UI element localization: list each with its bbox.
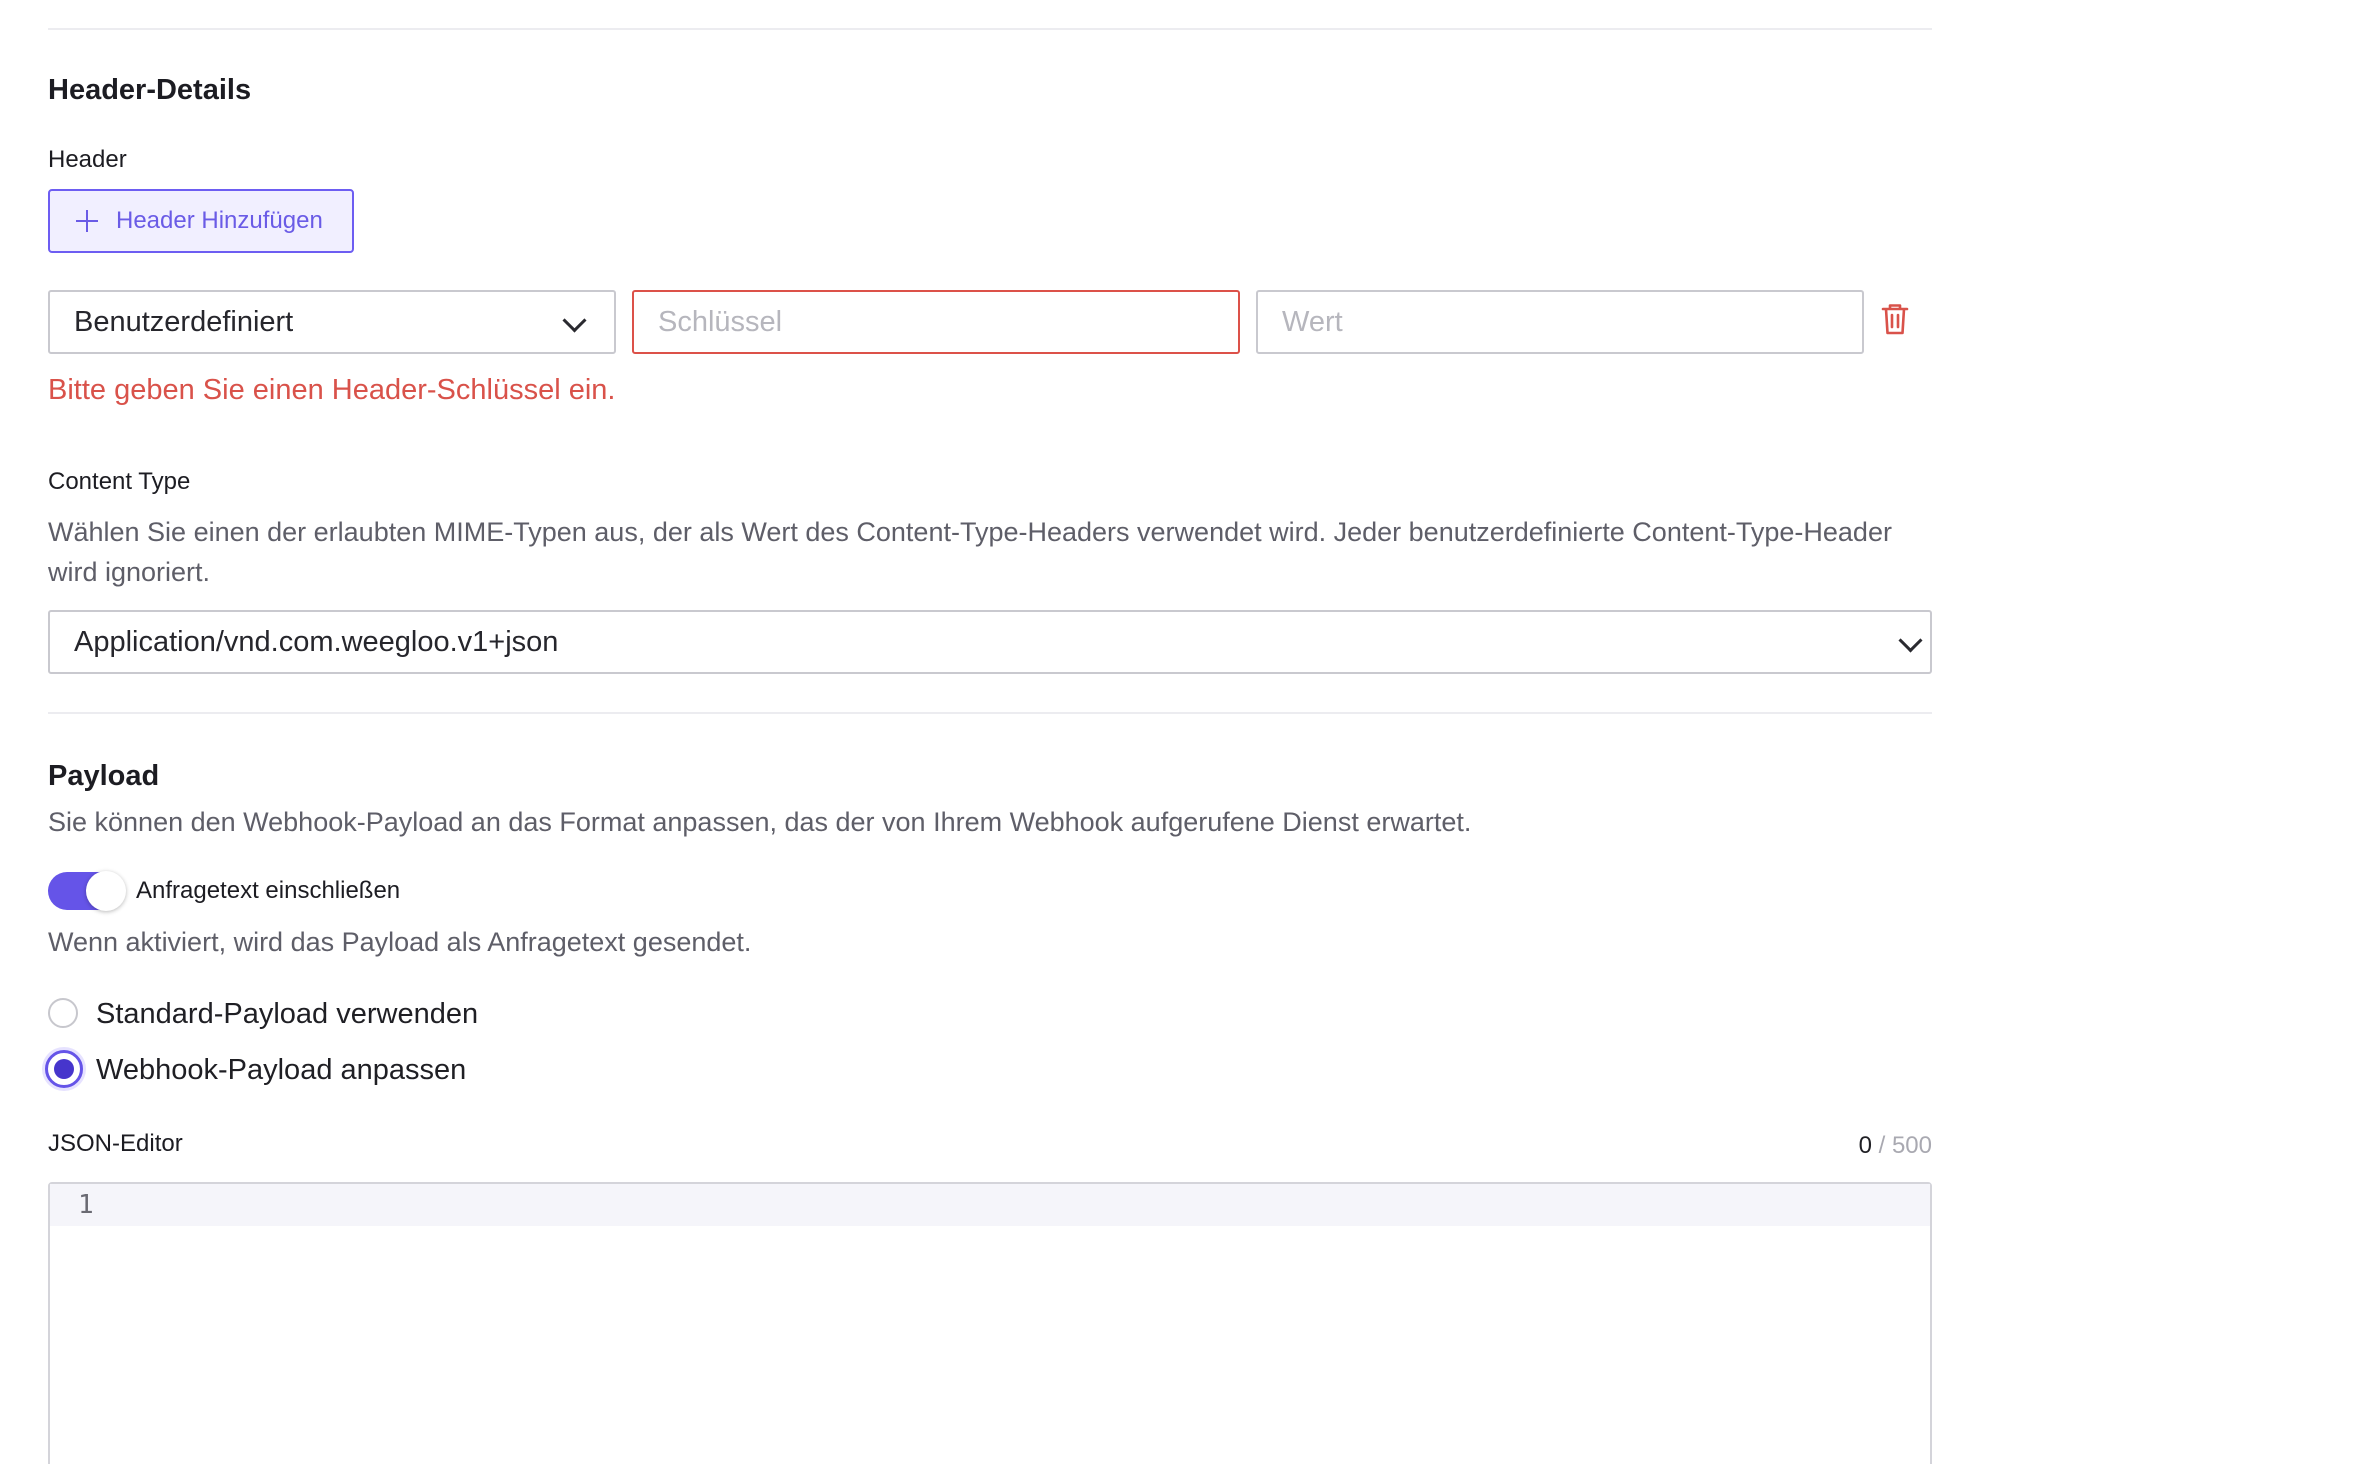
add-header-button-label: Header Hinzufügen [116, 207, 323, 234]
header-key-input[interactable] [658, 305, 1238, 339]
header-label: Header [48, 146, 127, 173]
radio-selected-dot [54, 1059, 74, 1079]
json-editor-label: JSON-Editor [48, 1130, 183, 1157]
trash-icon[interactable] [1880, 302, 1910, 336]
header-value-input[interactable] [1282, 305, 1862, 339]
plus-icon [76, 210, 98, 232]
webhook-settings-page: Header-Details Header Header Hinzufügen … [0, 0, 2360, 1464]
content-type-description: Wählen Sie einen der erlaubten MIME-Type… [48, 517, 1892, 587]
editor-active-line[interactable]: 1 [50, 1184, 1930, 1226]
content-type-value: Application/vnd.com.weegloo.v1+json [74, 625, 559, 658]
char-counter: 0 / 500 [1859, 1132, 1932, 1160]
header-key-error: Bitte geben Sie einen Header-Schlüssel e… [48, 374, 616, 406]
default-payload-label[interactable]: Standard-Payload verwenden [96, 998, 478, 1031]
default-payload-radio[interactable] [48, 998, 78, 1028]
header-type-value: Benutzerdefiniert [74, 305, 294, 338]
header-value-field[interactable] [1256, 290, 1864, 354]
custom-payload-radio[interactable] [45, 1050, 83, 1088]
section-divider [48, 712, 1932, 714]
header-type-select[interactable]: Benutzerdefiniert [48, 290, 616, 354]
payload-description: Sie können den Webhook-Payload an das Fo… [48, 807, 1472, 837]
header-key-field[interactable] [632, 290, 1240, 354]
line-number: 1 [78, 1190, 94, 1220]
content-type-label: Content Type [48, 468, 191, 495]
json-editor[interactable]: 1 [48, 1182, 1932, 1464]
add-header-button[interactable]: Header Hinzufügen [48, 189, 354, 253]
char-max: / 500 [1878, 1132, 1932, 1159]
payload-title: Payload [48, 760, 160, 792]
include-body-label: Anfragetext einschließen [136, 877, 401, 904]
chevron-down-icon [1898, 628, 1923, 653]
char-count: 0 [1858, 1132, 1872, 1159]
header-details-title: Header-Details [48, 74, 252, 106]
custom-payload-label[interactable]: Webhook-Payload anpassen [96, 1054, 466, 1087]
content-type-select[interactable]: Application/vnd.com.weegloo.v1+json [48, 610, 1932, 674]
chevron-down-icon [562, 308, 587, 333]
toggle-knob [86, 871, 126, 911]
include-body-toggle[interactable] [48, 871, 126, 911]
include-body-hint: Wenn aktiviert, wird das Payload als Anf… [48, 927, 752, 957]
top-divider [48, 28, 1932, 30]
